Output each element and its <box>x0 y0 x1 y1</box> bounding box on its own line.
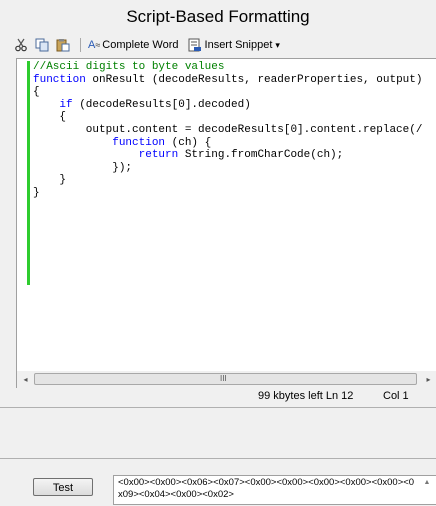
scroll-up-icon[interactable]: ▲ <box>420 476 434 504</box>
copy-icon <box>35 38 49 52</box>
window-title: Script-Based Formatting <box>126 7 310 26</box>
code-line: //Ascii digits to byte values <box>33 61 422 74</box>
code-token: output.content = decodeResults[0].conten… <box>33 123 423 136</box>
paste-button[interactable] <box>54 36 75 54</box>
toolbar-separator <box>80 38 81 52</box>
insert-snippet-label: Insert Snippet <box>204 39 273 51</box>
test-result-box[interactable]: <0x00><0x00><0x06><0x07><0x00><0x00><0x0… <box>113 475 436 505</box>
code-line: output.content = decodeResults[0].conten… <box>33 123 423 137</box>
scroll-right-icon[interactable]: ▸ <box>420 371 436 388</box>
column-number: Col 1 <box>383 390 409 402</box>
chevron-down-icon: ▾ <box>275 39 280 50</box>
code-line: { <box>33 86 422 99</box>
toolbar: A≈ Complete Word Insert Snippet ▾ <box>0 34 436 56</box>
code-comment: //Ascii digits to byte values <box>33 61 225 73</box>
code-token: } <box>33 186 40 199</box>
code-token: }); <box>33 161 133 174</box>
code-keyword: function <box>33 73 86 86</box>
complete-word-label: Complete Word <box>102 39 179 51</box>
code-keyword: if <box>59 98 73 111</box>
scissors-icon <box>15 38 27 52</box>
copy-button[interactable] <box>33 36 54 54</box>
code-token: (decodeResults[0].decoded) <box>72 98 251 111</box>
complete-word-button[interactable]: A≈ Complete Word <box>86 36 181 54</box>
test-button[interactable]: Test <box>33 478 93 496</box>
test-result-text: <0x00><0x00><0x06><0x07><0x00><0x00><0x0… <box>118 477 415 500</box>
code-token: (ch) { <box>165 136 212 149</box>
insert-snippet-button[interactable]: Insert Snippet ▾ <box>186 36 282 54</box>
code-line: } <box>33 174 422 187</box>
code-line: function (ch) { <box>33 137 422 150</box>
code-line: return String.fromCharCode(ch); <box>33 149 422 162</box>
kbytes-left: 99 kbytes left <box>258 390 323 402</box>
code-line: if (decodeResults[0].decoded) <box>33 99 422 112</box>
grip-icon: III <box>220 374 227 383</box>
status-bar: 99 kbytes left Ln 12 Col 1 <box>16 388 436 405</box>
code-keyword: function <box>112 136 166 149</box>
code-token: onResult (decodeResults, readerPropertie… <box>85 73 423 86</box>
output-panel <box>0 407 436 459</box>
code-line: function onResult (decodeResults, reader… <box>33 74 422 87</box>
code-token: } <box>33 174 67 187</box>
horizontal-scrollbar[interactable]: ◂ III ▸ <box>16 371 436 388</box>
code-token: { <box>33 86 40 99</box>
code-token: { <box>33 111 67 124</box>
code-line: { <box>33 111 422 124</box>
scroll-left-icon[interactable]: ◂ <box>17 371 34 388</box>
cut-button[interactable] <box>12 36 33 54</box>
script-editor[interactable]: //Ascii digits to byte values function on… <box>16 58 436 372</box>
code-token: String.fromCharCode(ch); <box>178 149 344 162</box>
complete-word-icon: A≈ <box>88 39 101 51</box>
scroll-thumb[interactable]: III <box>34 373 417 385</box>
line-number: Ln 12 <box>325 390 354 402</box>
paste-icon <box>56 39 70 52</box>
code-line: } <box>33 187 422 200</box>
status-position: 99 kbytes left Ln 12 <box>258 390 353 402</box>
code-text: //Ascii digits to byte values function on… <box>33 61 422 200</box>
snippet-icon <box>188 38 201 52</box>
code-keyword: return <box>138 149 179 162</box>
code-line: }); <box>33 162 422 175</box>
changed-lines-marker <box>27 61 30 285</box>
